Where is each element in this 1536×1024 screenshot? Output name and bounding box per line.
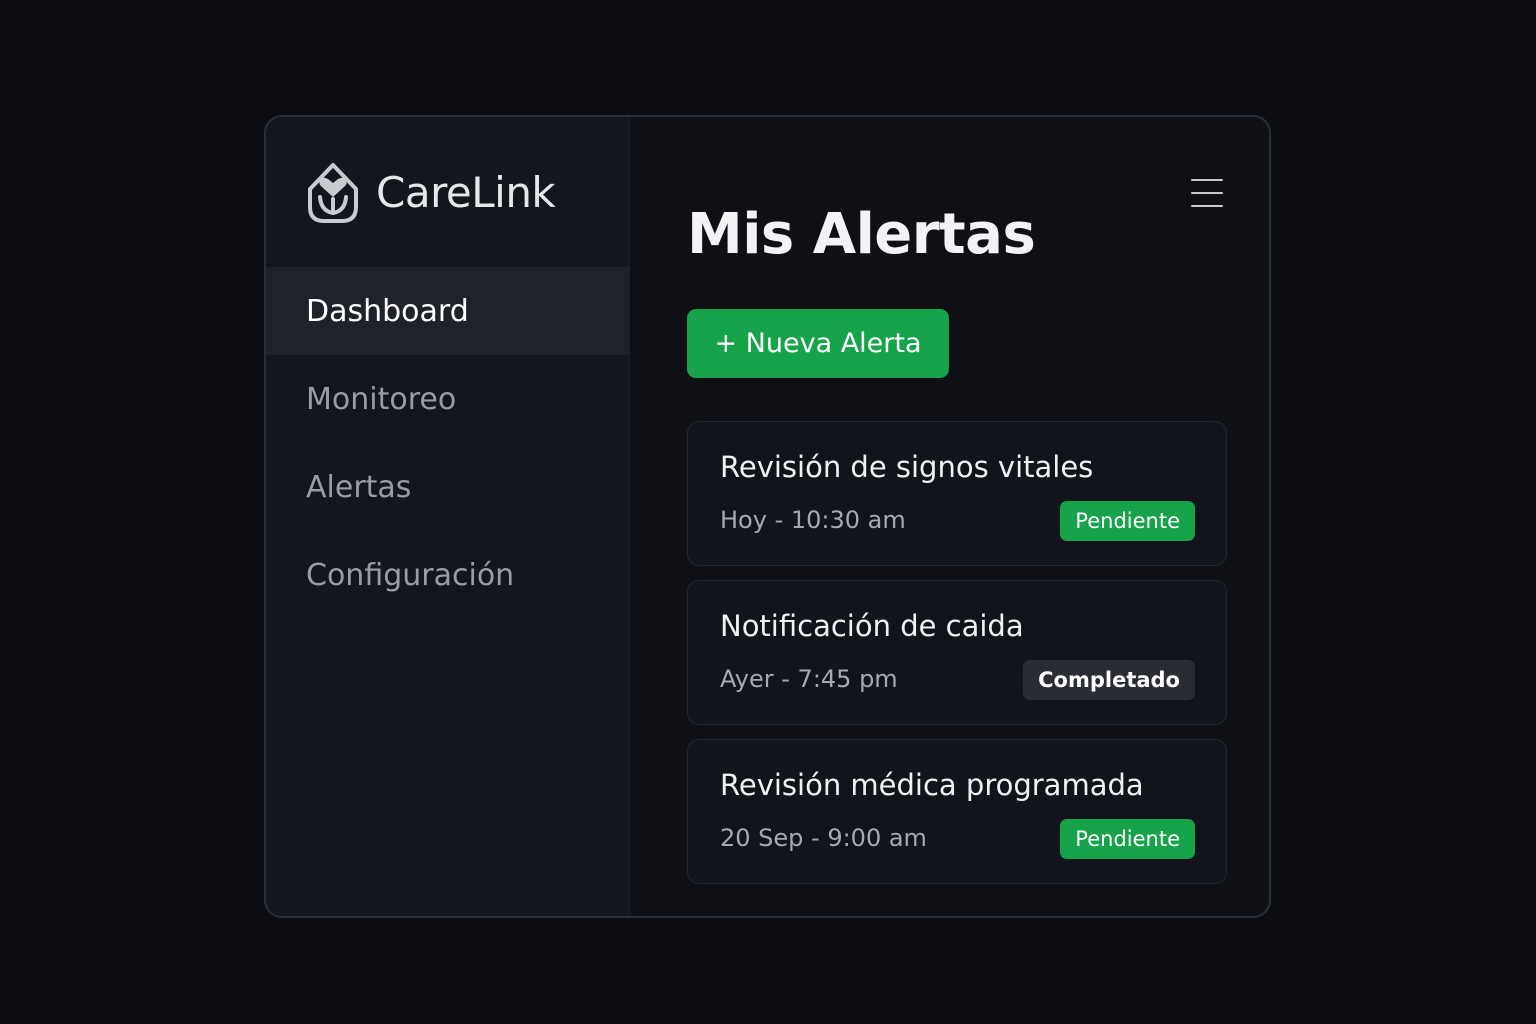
- alert-list: Revisión de signos vitales Hoy - 10:30 a…: [687, 421, 1227, 884]
- status-badge: Pendiente: [1060, 819, 1195, 859]
- alert-title: Notificación de caida: [720, 609, 1024, 643]
- sidebar-item-alertas[interactable]: Alertas: [266, 443, 629, 531]
- alert-title: Revisión médica programada: [720, 768, 1144, 802]
- main-content: Mis Alertas + Nueva Alerta Revisión de s…: [630, 117, 1269, 916]
- sidebar-nav: Dashboard Monitoreo Alertas Configuració…: [266, 267, 629, 619]
- alert-title: Revisión de signos vitales: [720, 450, 1094, 484]
- sidebar-item-monitoreo[interactable]: Monitoreo: [266, 355, 629, 443]
- house-heart-icon: [308, 163, 358, 223]
- app-window: CareLink Dashboard Monitoreo Alertas Con…: [264, 115, 1271, 918]
- page-title: Mis Alertas: [687, 202, 1036, 267]
- app-name: CareLink: [376, 167, 556, 217]
- alert-card[interactable]: Notificación de caida Ayer - 7:45 pm Com…: [687, 580, 1227, 725]
- brand[interactable]: CareLink: [266, 117, 629, 267]
- status-badge: Completado: [1023, 660, 1195, 700]
- sidebar-item-dashboard[interactable]: Dashboard: [266, 267, 629, 355]
- alert-card[interactable]: Revisión de signos vitales Hoy - 10:30 a…: [687, 421, 1227, 566]
- hamburger-menu-icon[interactable]: [1191, 179, 1223, 207]
- new-alert-button[interactable]: + Nueva Alerta: [687, 309, 949, 378]
- sidebar: CareLink Dashboard Monitoreo Alertas Con…: [266, 117, 630, 916]
- sidebar-item-configuracion[interactable]: Configuración: [266, 531, 629, 619]
- alert-card[interactable]: Revisión médica programada 20 Sep - 9:00…: [687, 739, 1227, 884]
- status-badge: Pendiente: [1060, 501, 1195, 541]
